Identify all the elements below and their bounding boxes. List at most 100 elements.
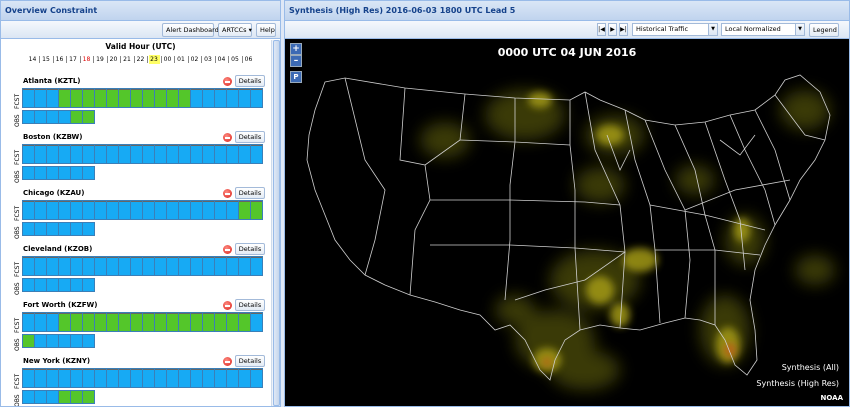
hour-label: 05: [231, 56, 239, 63]
details-button[interactable]: Details: [235, 187, 265, 199]
traffic-layer-value: Historical Traffic: [636, 25, 689, 33]
remove-center-icon[interactable]: [223, 189, 232, 198]
legend-synthesis-all: Synthesis (All): [781, 363, 839, 372]
details-button[interactable]: Details: [235, 299, 265, 311]
artccs-dropdown-button[interactable]: ARTCCs ▾: [218, 23, 252, 37]
noaa-credit: NOAA: [820, 394, 843, 402]
observation-cell[interactable]: [82, 334, 95, 348]
obs-label: OBS: [14, 114, 21, 127]
legend-button[interactable]: Legend: [809, 23, 839, 37]
hour-label: 20: [109, 56, 118, 63]
map-canvas: [306, 74, 835, 390]
help-button[interactable]: Help: [256, 23, 276, 37]
forecast-cell[interactable]: [250, 200, 263, 220]
hour-label: 03: [204, 56, 212, 63]
traffic-layer-select[interactable]: Historical Traffic ▼: [632, 23, 718, 36]
hour-separator: [39, 56, 40, 63]
valid-hour-title: Valid Hour (UTC): [105, 42, 176, 51]
fcst-label: FCST: [14, 261, 21, 277]
hour-separator: [79, 56, 81, 63]
obs-label: OBS: [14, 282, 21, 295]
hour-separator: [133, 56, 135, 63]
hour-label: 14: [28, 56, 37, 63]
hour-label: 06: [244, 56, 253, 63]
center-name: New York (KZNY): [23, 357, 91, 365]
forecast-cell[interactable]: [250, 312, 263, 332]
center-block: Fort Worth (KZFW) Details FCST OBS: [1, 299, 280, 357]
observation-cell[interactable]: [82, 390, 95, 404]
panel-title: Overview Constraint: [1, 1, 280, 21]
hour-label: 19: [96, 56, 104, 63]
center-name: Boston (KZBW): [23, 133, 83, 141]
hour-separator: [120, 56, 121, 63]
hour-label: 23: [148, 55, 160, 64]
hour-separator: [93, 56, 94, 63]
center-block: New York (KZNY) Details FCST OBS: [1, 355, 280, 407]
obs-label: OBS: [14, 394, 21, 407]
center-block: Boston (KZBW) Details FCST OBS: [1, 131, 280, 189]
center-name: Fort Worth (KZFW): [23, 301, 98, 309]
hour-separator: [106, 56, 108, 63]
forecast-cell[interactable]: [250, 256, 263, 276]
details-button[interactable]: Details: [235, 355, 265, 367]
obs-label: OBS: [14, 170, 21, 183]
fcst-label: FCST: [14, 317, 21, 333]
hour-label: 21: [123, 56, 131, 63]
chevron-down-icon: ▼: [795, 24, 804, 35]
forecast-cell[interactable]: [250, 368, 263, 388]
center-block: Atlanta (KZTL) Details FCST OBS: [1, 75, 280, 133]
obs-label: OBS: [14, 338, 21, 351]
details-button[interactable]: Details: [235, 131, 265, 143]
left-scrollbar[interactable]: [271, 40, 280, 406]
center-block: Chicago (KZAU) Details FCST OBS: [1, 187, 280, 245]
normalization-select[interactable]: Local Normalized ▼: [721, 23, 805, 36]
hour-separator: [174, 56, 175, 63]
remove-center-icon[interactable]: [223, 133, 232, 142]
legend-synthesis-high-res: Synthesis (High Res): [756, 379, 839, 388]
center-block: Cleveland (KZOB) Details FCST OBS: [1, 243, 280, 301]
remove-center-icon[interactable]: [223, 77, 232, 86]
last-frame-button[interactable]: ▶|: [619, 23, 628, 36]
map-toolbar: |◀ ▶ ▶| Historical Traffic ▼ Local Norma…: [285, 21, 849, 39]
hour-separator: [187, 56, 189, 63]
hour-separator: [214, 56, 216, 63]
hour-separator: [201, 56, 202, 63]
remove-center-icon[interactable]: [223, 357, 232, 366]
observation-cell[interactable]: [82, 110, 95, 124]
center-name: Atlanta (KZTL): [23, 77, 81, 85]
center-name: Chicago (KZAU): [23, 189, 85, 197]
fcst-label: FCST: [14, 149, 21, 165]
overview-constraint-panel: Overview Constraint Alert Dashboard ARTC…: [0, 0, 281, 407]
hour-separator: [52, 56, 54, 63]
weather-map[interactable]: + – P 0000 UTC 04 JUN 2016 Synthesis (Al…: [285, 40, 849, 406]
hour-separator: [241, 56, 243, 63]
forecast-cell[interactable]: [250, 144, 263, 164]
fcst-label: FCST: [14, 373, 21, 389]
left-toolbar: Alert Dashboard ARTCCs ▾ Help: [1, 21, 280, 39]
observation-cell[interactable]: [82, 166, 95, 180]
hour-label: 02: [190, 56, 199, 63]
first-frame-button[interactable]: |◀: [597, 23, 606, 36]
map-timestamp: 0000 UTC 04 JUN 2016: [497, 46, 637, 59]
remove-center-icon[interactable]: [223, 245, 232, 254]
scroll-thumb[interactable]: [273, 40, 280, 406]
remove-center-icon[interactable]: [223, 301, 232, 310]
details-button[interactable]: Details: [235, 243, 265, 255]
details-button[interactable]: Details: [235, 75, 265, 87]
hour-label: 17: [69, 56, 77, 63]
hour-label: 00: [163, 56, 172, 63]
alert-dashboard-button[interactable]: Alert Dashboard: [162, 23, 219, 37]
obs-label: OBS: [14, 226, 21, 239]
pan-button[interactable]: P: [290, 71, 302, 83]
map-panel-title: Synthesis (High Res) 2016-06-03 1800 UTC…: [285, 1, 849, 21]
constraint-list: Valid Hour (UTC) 14 15 16 17 18 19 20 21 22 23 00 0…: [1, 40, 280, 406]
observation-cell[interactable]: [82, 222, 95, 236]
fcst-label: FCST: [14, 205, 21, 221]
forecast-cell[interactable]: [250, 88, 263, 108]
hour-separator: [147, 56, 148, 63]
chevron-down-icon: ▼: [708, 24, 717, 35]
hour-label: 22: [136, 56, 145, 63]
hour-separator: [66, 56, 67, 63]
play-button[interactable]: ▶: [608, 23, 617, 36]
observation-cell[interactable]: [82, 278, 95, 292]
